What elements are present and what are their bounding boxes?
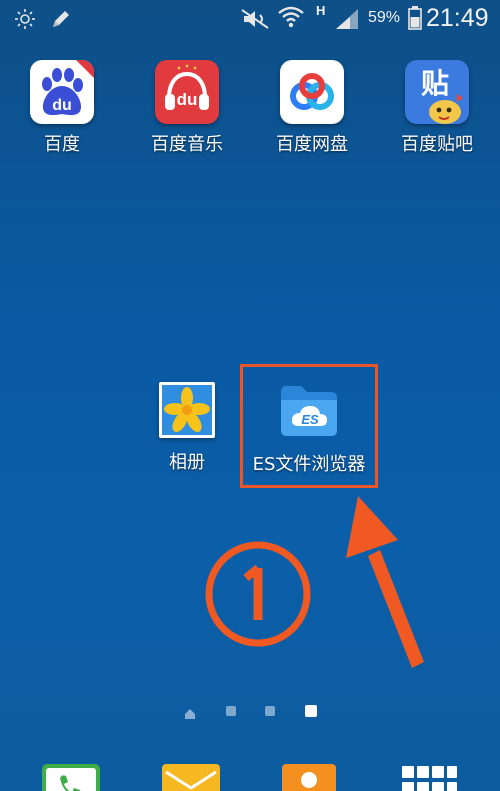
app-label: 百度贴吧: [401, 134, 473, 155]
battery-percent: 59%: [368, 9, 401, 26]
home-page-icon[interactable]: [184, 705, 196, 724]
network-type-label: H: [316, 3, 326, 18]
messages-icon[interactable]: [162, 764, 220, 791]
app-baidu[interactable]: du 百度: [14, 60, 110, 156]
baidu-netdisk-icon: [280, 60, 344, 124]
annotation-arrow: [346, 496, 424, 668]
step-marker: [204, 540, 312, 648]
phone-icon[interactable]: [42, 764, 100, 791]
app-drawer-icon[interactable]: [400, 764, 458, 791]
svg-text:贴: 贴: [421, 67, 449, 100]
page-dot-active[interactable]: [305, 705, 317, 717]
highlight-box: [240, 364, 378, 488]
dock: [0, 764, 500, 791]
page-dot[interactable]: [226, 706, 236, 716]
status-bar: H 59% 21:49: [0, 0, 500, 36]
app-gallery[interactable]: 相册: [139, 382, 235, 474]
app-label: 百度网盘: [276, 134, 348, 155]
baidu-music-icon: du: [155, 60, 219, 124]
svg-text:du: du: [177, 90, 198, 109]
page-dot[interactable]: [265, 706, 275, 716]
app-baidu-tieba[interactable]: 贴 百度贴吧: [389, 60, 485, 156]
baidu-icon: du: [30, 60, 94, 124]
app-label: 百度: [44, 134, 80, 155]
app-label: 相册: [169, 452, 205, 473]
battery-icon: [408, 6, 422, 34]
svg-text:du: du: [52, 97, 72, 114]
page-indicator: [0, 700, 500, 720]
edit-icon: [50, 8, 72, 34]
contacts-icon[interactable]: [282, 764, 336, 791]
baidu-tieba-icon: 贴: [405, 60, 469, 124]
brightness-icon: [14, 8, 36, 34]
clock: 21:49: [426, 4, 489, 32]
mute-icon: [240, 7, 272, 35]
app-baidu-music[interactable]: du 百度音乐: [139, 60, 235, 156]
app-baidu-netdisk[interactable]: 百度网盘: [264, 60, 360, 156]
wifi-icon: [278, 5, 304, 33]
app-label: 百度音乐: [151, 134, 223, 155]
signal-icon: [334, 8, 360, 34]
gallery-icon: [159, 382, 215, 438]
